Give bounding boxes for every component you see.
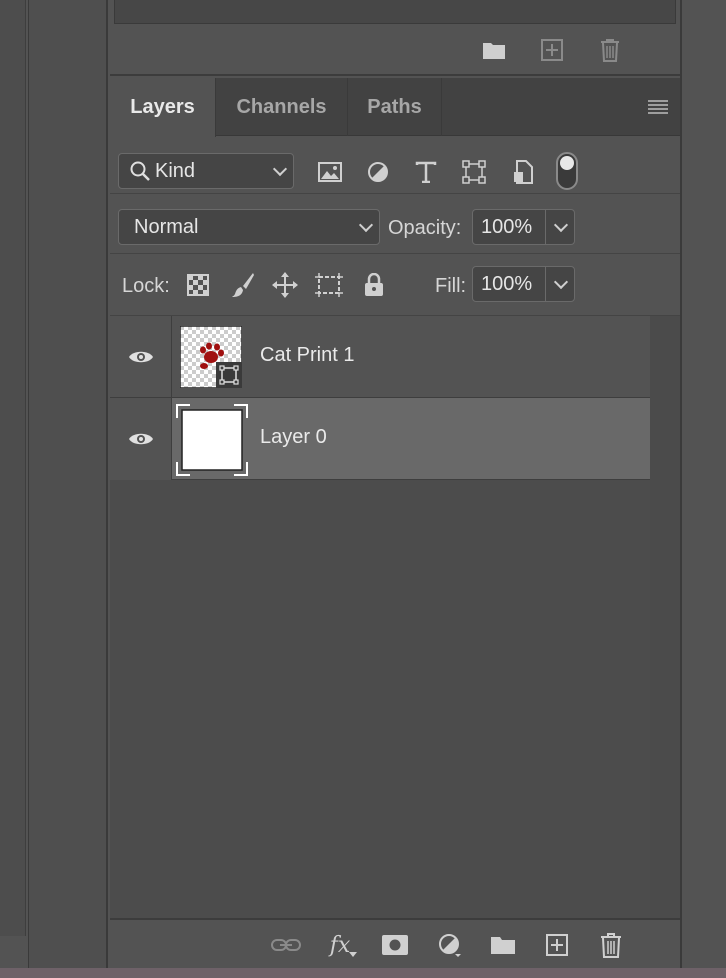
fill-value: 100% (481, 272, 533, 295)
tab-layers[interactable]: Layers (110, 78, 216, 137)
opacity-label: Opacity: (388, 217, 462, 239)
fx-icon[interactable]: fx (325, 930, 357, 960)
blend-mode-value: Normal (134, 215, 199, 238)
lock-all-icon[interactable] (359, 270, 389, 300)
window-bottom-edge (0, 968, 726, 978)
tab-channels[interactable]: Channels (216, 78, 348, 136)
left-edge-panel (0, 0, 26, 936)
layers-scrollbar[interactable] (650, 316, 680, 918)
opacity-field[interactable]: 100% (472, 209, 575, 245)
layer-name[interactable]: Layer 0 (260, 426, 327, 449)
upper-panel-content (114, 0, 676, 24)
layer-thumbnail[interactable] (176, 404, 248, 476)
toggle-knob (560, 156, 574, 170)
lock-position-icon[interactable] (270, 270, 300, 300)
filter-toggle-switch[interactable] (556, 152, 578, 190)
fx-label: fx (329, 932, 351, 958)
lock-label: Lock: (122, 275, 170, 297)
image-filter-icon[interactable] (315, 157, 345, 187)
new-item-icon[interactable] (538, 36, 566, 64)
tab-paths[interactable]: Paths (348, 78, 442, 136)
adjustment-filter-icon[interactable] (363, 157, 393, 187)
smart-object-filter-icon[interactable] (508, 157, 538, 187)
visibility-eye-icon[interactable] (110, 316, 172, 398)
upper-panel (110, 0, 680, 76)
layers-footer-toolbar: fx (110, 918, 680, 968)
layer-mask-icon[interactable] (380, 930, 410, 960)
search-icon (129, 160, 151, 182)
delete-layer-icon[interactable] (596, 930, 626, 960)
chevron-down-icon (272, 161, 288, 177)
type-filter-icon[interactable] (411, 157, 441, 187)
layers-list-empty-area (110, 480, 650, 918)
fill-label: Fill: (435, 275, 467, 297)
fill-field[interactable]: 100% (472, 266, 575, 302)
chevron-down-icon[interactable] (553, 217, 569, 233)
blend-mode-dropdown[interactable]: Normal (118, 209, 380, 245)
layer-row-selected[interactable]: Layer 0 (110, 398, 650, 480)
panel-menu-icon[interactable] (648, 99, 668, 115)
blend-row: Normal Opacity: 100% (110, 194, 680, 254)
filter-row: Kind (110, 136, 680, 194)
layer-name[interactable]: Cat Print 1 (260, 344, 354, 367)
kind-filter-dropdown[interactable]: Kind (118, 153, 294, 189)
group-folder-icon[interactable] (488, 930, 518, 960)
panel-tab-bar: Layers Channels Paths (110, 78, 680, 137)
opacity-value: 100% (481, 215, 533, 238)
layer-thumbnail[interactable] (179, 325, 243, 389)
chevron-down-icon (358, 217, 374, 233)
right-dock-column (680, 0, 726, 968)
lock-transparent-pixels-icon[interactable] (183, 270, 213, 300)
new-layer-icon[interactable] (542, 930, 572, 960)
left-dock-column (28, 0, 108, 968)
lock-row: Lock: Fill: 100% (110, 254, 680, 316)
folder-icon[interactable] (480, 36, 508, 64)
kind-filter-label: Kind (155, 159, 196, 182)
adjustment-layer-icon[interactable] (435, 930, 465, 960)
shape-filter-icon[interactable] (459, 157, 489, 187)
lock-image-pixels-icon[interactable] (228, 270, 258, 300)
trash-icon[interactable] (596, 36, 624, 64)
visibility-eye-icon[interactable] (110, 398, 172, 480)
layer-row[interactable]: Cat Print 1 (110, 316, 650, 398)
layers-panel: Layers Channels Paths Kind Normal Opacit… (110, 78, 680, 968)
lock-artboard-icon[interactable] (314, 270, 344, 300)
chevron-down-icon[interactable] (553, 274, 569, 290)
link-layers-icon[interactable] (271, 930, 301, 960)
